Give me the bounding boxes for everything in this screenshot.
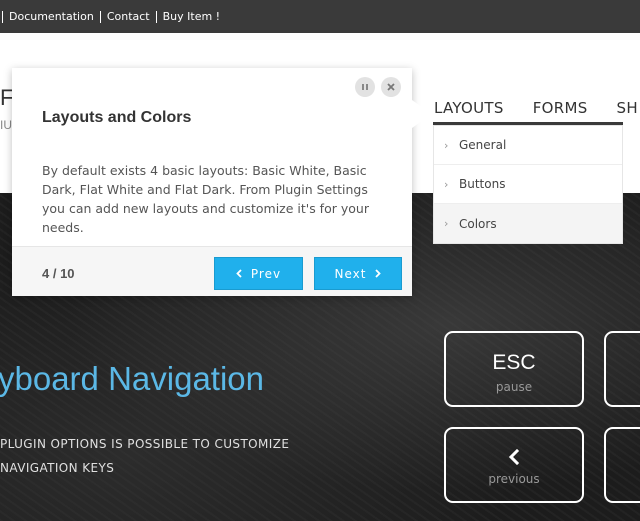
- nav-item-sh[interactable]: SH: [617, 99, 638, 117]
- key-partial[interactable]: [604, 427, 640, 503]
- previous-key-caption: previous: [488, 472, 540, 486]
- popup-footer: 4 / 10 Prev Next: [12, 246, 412, 296]
- chevron-right-icon: ›: [444, 217, 449, 230]
- site-tagline: IU: [0, 118, 12, 132]
- dropdown-item-label: General: [459, 138, 507, 152]
- hero-description-line: PLUGIN OPTIONS IS POSSIBLE TO CUSTOMIZE: [0, 437, 290, 451]
- close-icon: [387, 83, 395, 91]
- prev-button-label: Prev: [250, 266, 282, 281]
- layouts-dropdown: › General › Buttons › Colors: [433, 125, 623, 244]
- buy-item-link[interactable]: Buy Item !: [163, 10, 220, 24]
- next-button-label: Next: [334, 266, 367, 281]
- dropdown-item-label: Buttons: [459, 177, 506, 191]
- esc-key-label: ESC: [492, 351, 536, 374]
- close-button[interactable]: [381, 77, 401, 97]
- chevron-left-icon: [236, 269, 242, 278]
- hero-description: PLUGIN OPTIONS IS POSSIBLE TO CUSTOMIZE …: [0, 432, 300, 480]
- pause-button[interactable]: [355, 77, 375, 97]
- prev-button[interactable]: Prev: [214, 257, 303, 290]
- dropdown-item-colors[interactable]: › Colors: [434, 204, 622, 243]
- previous-key[interactable]: previous: [444, 427, 584, 503]
- step-counter: 4 / 10: [42, 266, 75, 281]
- dropdown-item-general[interactable]: › General: [434, 126, 622, 165]
- chevron-right-icon: ›: [444, 177, 449, 191]
- esc-key[interactable]: ESC pause: [444, 331, 584, 407]
- link-separator: [99, 11, 101, 23]
- key-partial[interactable]: [604, 331, 640, 407]
- dropdown-item-label: Colors: [459, 216, 497, 231]
- hero-description-line: NAVIGATION KEYS: [0, 461, 115, 475]
- next-button[interactable]: Next: [314, 257, 402, 290]
- hero-title: yboard Navigation: [0, 360, 264, 397]
- chevron-left-icon: [446, 449, 582, 467]
- contact-link[interactable]: Contact: [107, 10, 150, 24]
- nav-item-forms[interactable]: FORMS: [533, 99, 588, 117]
- chevron-right-icon: ›: [444, 138, 449, 152]
- nav-item-layouts[interactable]: LAYOUTS: [434, 99, 504, 117]
- documentation-link[interactable]: Documentation: [9, 10, 94, 24]
- popup-body: By default exists 4 basic layouts: Basic…: [42, 163, 369, 235]
- link-separator: [2, 11, 3, 23]
- top-links: Documentation Contact Buy Item !: [0, 10, 220, 24]
- link-separator: [155, 11, 157, 23]
- main-nav: LAYOUTS FORMS SH: [434, 99, 640, 117]
- tour-popup: Layouts and Colors By default exists 4 b…: [12, 68, 432, 296]
- popup-title: Layouts and Colors: [42, 109, 192, 126]
- top-bar: Documentation Contact Buy Item !: [0, 0, 640, 33]
- popup-pointer: [412, 100, 432, 128]
- chevron-right-icon: [375, 269, 382, 278]
- esc-key-caption: pause: [495, 380, 533, 394]
- dropdown-item-buttons[interactable]: › Buttons: [434, 165, 622, 204]
- pause-icon: [361, 83, 369, 91]
